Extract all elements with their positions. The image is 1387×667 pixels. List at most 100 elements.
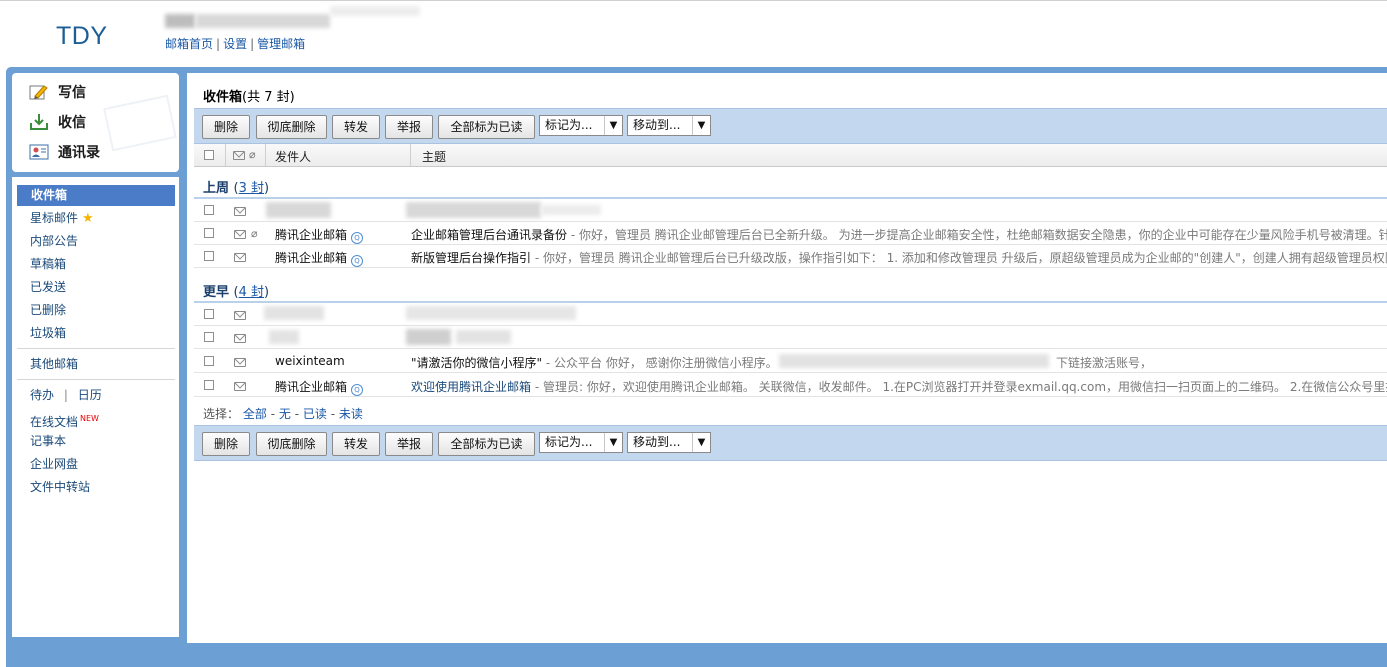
- preview-redacted: [541, 205, 601, 215]
- settings-link[interactable]: 设置: [223, 37, 247, 51]
- compose-button[interactable]: 写信: [29, 80, 86, 104]
- forward-button[interactable]: 转发: [332, 432, 380, 456]
- page-title: 收件箱(共 7 封): [203, 86, 295, 105]
- contacts-button[interactable]: 通讯录: [29, 140, 100, 164]
- chevron-down-icon: ▼: [692, 116, 710, 135]
- group-count-link[interactable]: 3 封: [239, 181, 264, 196]
- folder-deleted[interactable]: 已删除: [16, 300, 174, 321]
- envelope-icon: [234, 311, 246, 320]
- mail-subject[interactable]: 新版管理后台操作指引 - 你好，管理员 腾讯企业邮管理后台已升级改版，操作指引如…: [411, 249, 1387, 266]
- group-label: 更早: [203, 285, 230, 300]
- folder-starred[interactable]: 星标邮件 ★: [16, 208, 174, 229]
- receive-mail-button[interactable]: 收信: [29, 110, 86, 134]
- move-to-select[interactable]: 移动到... ▼: [627, 115, 711, 136]
- sender-name: 腾讯企业邮箱: [275, 251, 348, 265]
- tool-notes[interactable]: 记事本: [16, 431, 174, 452]
- subject-redacted: [406, 329, 451, 345]
- row-checkbox[interactable]: [204, 380, 214, 390]
- delete-button[interactable]: 删除: [202, 432, 250, 456]
- mail-row[interactable]: [194, 199, 1387, 222]
- tool-enterprise-disk[interactable]: 企业网盘: [16, 454, 174, 475]
- sender-name: weixinteam: [275, 354, 345, 368]
- calendar-link[interactable]: 日历: [78, 388, 102, 402]
- chevron-down-icon: ▼: [604, 116, 622, 135]
- separator: -: [270, 407, 276, 421]
- row-checkbox[interactable]: [204, 332, 214, 342]
- mail-row[interactable]: ⌀ 腾讯企业邮箱 Q 企业邮箱管理后台通讯录备份 - 你好，管理员 腾讯企业邮管理…: [194, 222, 1387, 245]
- row-checkbox[interactable]: [204, 205, 214, 215]
- folder-other-mailbox[interactable]: 其他邮箱: [16, 354, 174, 375]
- mark-all-read-button[interactable]: 全部标为已读: [438, 115, 535, 139]
- row-checkbox[interactable]: [204, 228, 214, 238]
- group-earlier: 更早 (4 封): [203, 281, 269, 300]
- folder-notice[interactable]: 内部公告: [16, 231, 174, 252]
- report-button[interactable]: 举报: [385, 115, 433, 139]
- mark-as-select[interactable]: 标记为... ▼: [539, 432, 623, 453]
- contacts-label: 通讯录: [58, 145, 100, 161]
- mail-sender[interactable]: 腾讯企业邮箱 Q: [275, 226, 364, 244]
- purge-button[interactable]: 彻底删除: [256, 115, 327, 139]
- mail-row[interactable]: [194, 303, 1387, 326]
- mail-sender[interactable]: 腾讯企业邮箱 Q: [275, 249, 364, 267]
- purge-button[interactable]: 彻底删除: [256, 432, 327, 456]
- selection-shortcuts: 选择： 全部 - 无 - 已读 - 未读: [203, 405, 363, 422]
- top-nav-links: 邮箱首页 | 设置 | 管理邮箱: [165, 35, 305, 52]
- row-checkbox[interactable]: [204, 356, 214, 366]
- delete-button[interactable]: 删除: [202, 115, 250, 139]
- mail-row[interactable]: weixinteam "请激活你的微信小程序" - 公众平台 你好， 感谢你注册…: [194, 350, 1387, 373]
- select-none-link[interactable]: 无: [279, 407, 291, 421]
- move-to-value: 移动到...: [633, 118, 681, 132]
- mail-row[interactable]: [194, 326, 1387, 349]
- verified-sender-icon: Q: [351, 255, 364, 267]
- move-to-select[interactable]: 移动到... ▼: [627, 432, 711, 453]
- report-button[interactable]: 举报: [385, 432, 433, 456]
- folder-drafts[interactable]: 草稿箱: [16, 254, 174, 275]
- folder-sent[interactable]: 已发送: [16, 277, 174, 298]
- envelope-watermark-icon: [103, 94, 177, 152]
- select-read-link[interactable]: 已读: [303, 407, 327, 421]
- group-count: (3 封): [234, 181, 270, 196]
- mail-home-link[interactable]: 邮箱首页: [165, 37, 213, 51]
- todo-link[interactable]: 待办: [30, 388, 54, 402]
- envelope-icon: [234, 253, 246, 262]
- select-unread-link[interactable]: 未读: [339, 407, 363, 421]
- folder-inbox[interactable]: 收件箱: [17, 185, 175, 206]
- subject-column-header[interactable]: 主题: [422, 148, 446, 165]
- subject-preview: - 公众平台 你好， 感谢你注册微信小程序。: [542, 356, 778, 370]
- sidebar-divider: [17, 348, 175, 349]
- mail-sender[interactable]: weixinteam: [275, 354, 345, 368]
- column-divider: [410, 144, 411, 166]
- subject-text: 欢迎使用腾讯企业邮箱: [411, 380, 532, 394]
- sender-name: 腾讯企业邮箱: [275, 380, 348, 394]
- row-checkbox[interactable]: [204, 309, 214, 319]
- group-count-link[interactable]: 4 封: [239, 285, 264, 300]
- select-all-link[interactable]: 全部: [243, 407, 267, 421]
- column-divider: [265, 144, 266, 166]
- sender-column-header[interactable]: 发件人: [275, 148, 311, 165]
- chevron-down-icon: ▼: [692, 433, 710, 452]
- mail-sender[interactable]: 腾讯企业邮箱 Q: [275, 378, 364, 396]
- mail-row[interactable]: 腾讯企业邮箱 Q 欢迎使用腾讯企业邮箱 - 管理员: 你好，欢迎使用腾讯企业邮箱。…: [194, 374, 1387, 397]
- envelope-icon: [234, 334, 246, 343]
- subject-preview: - 你好，管理员 腾讯企业邮管理后台已全新升级。 为进一步提高企业邮箱安全性，杜…: [567, 228, 1387, 242]
- subject-redacted: [406, 202, 541, 218]
- mark-as-select[interactable]: 标记为... ▼: [539, 115, 623, 136]
- mark-all-read-button[interactable]: 全部标为已读: [438, 432, 535, 456]
- forward-button[interactable]: 转发: [332, 115, 380, 139]
- folder-spam[interactable]: 垃圾箱: [16, 323, 174, 344]
- subject-redacted: [406, 306, 576, 320]
- separator: |: [250, 37, 255, 51]
- manage-mailbox-link[interactable]: 管理邮箱: [257, 37, 305, 51]
- tool-online-docs[interactable]: 在线文档 NEW: [16, 408, 174, 429]
- top-border: [0, 0, 1387, 1]
- mail-subject[interactable]: 欢迎使用腾讯企业邮箱 - 管理员: 你好，欢迎使用腾讯企业邮箱。 关联微信，收发…: [411, 378, 1387, 395]
- mail-row[interactable]: 腾讯企业邮箱 Q 新版管理后台操作指引 - 你好，管理员 腾讯企业邮管理后台已升级…: [194, 245, 1387, 268]
- row-checkbox[interactable]: [204, 251, 214, 261]
- mail-subject[interactable]: 企业邮箱管理后台通讯录备份 - 你好，管理员 腾讯企业邮管理后台已全新升级。 为…: [411, 226, 1387, 243]
- tool-file-transfer[interactable]: 文件中转站: [16, 477, 174, 498]
- folder-starred-label: 星标邮件: [30, 211, 79, 225]
- top-toolbar: 删除 彻底删除 转发 举报 全部标为已读 标记为... ▼ 移动到... ▼: [194, 108, 1387, 144]
- new-badge: NEW: [80, 414, 99, 423]
- select-all-checkbox[interactable]: [204, 150, 214, 160]
- account-info-redacted: [330, 6, 420, 16]
